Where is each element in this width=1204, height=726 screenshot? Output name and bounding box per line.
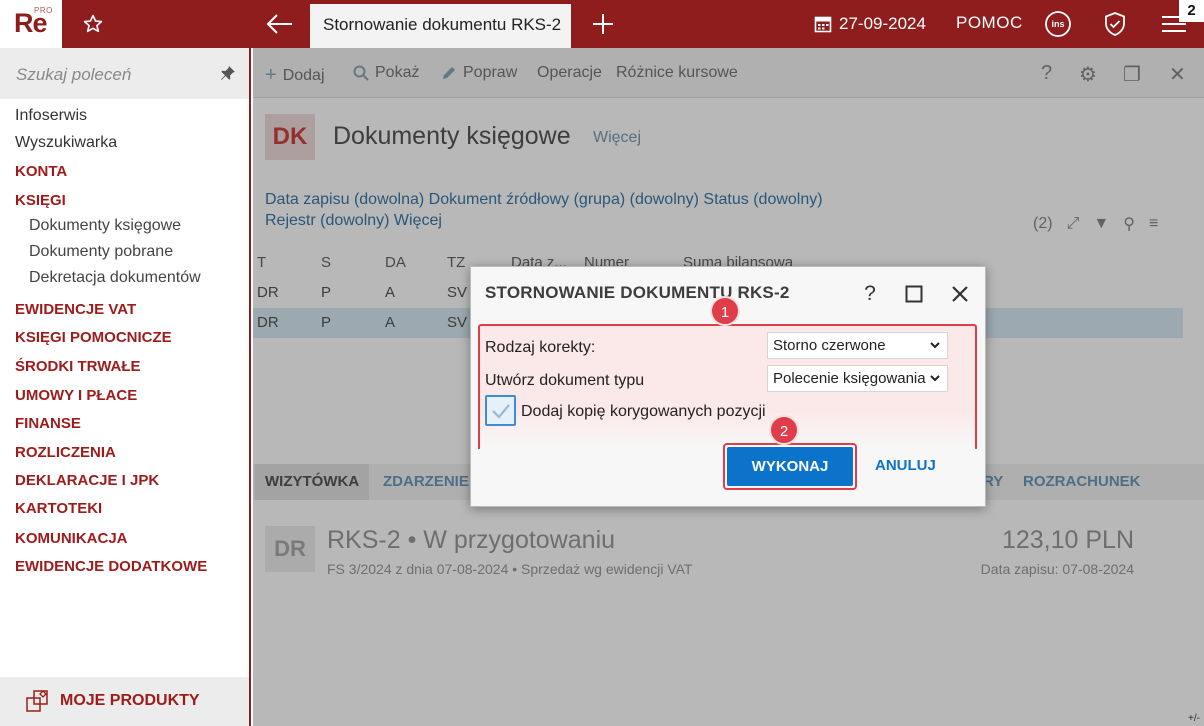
dialog-help-icon[interactable]: ?	[855, 279, 885, 309]
products-icon	[26, 690, 48, 717]
sidebar-item-kartoteki[interactable]: KARTOTEKI	[15, 500, 102, 517]
sidebar-item-deklaracje-jpk[interactable]: DEKLARACJE I JPK	[15, 472, 159, 489]
sidebar-item-konta[interactable]: KONTA	[15, 163, 67, 180]
new-tab-plus-icon[interactable]	[584, 0, 622, 48]
sidebar-item-dekretacja[interactable]: Dekretacja dokumentów	[29, 269, 201, 287]
sidebar: Szukaj poleceń Infoserwis Wyszukiwarka K…	[0, 48, 251, 726]
storno-dialog: STORNOWANIE DOKUMENTU RKS-2 ? Rodzaj kor…	[470, 266, 986, 507]
step-marker-2: 2	[769, 415, 799, 445]
sidebar-item-ksiegi-pomocnicze[interactable]: KSIĘGI POMOCNICZE	[15, 329, 172, 346]
sidebar-item-wyszukiwarka[interactable]: Wyszukiwarka	[15, 134, 117, 152]
sidebar-item-finanse[interactable]: FINANSE	[15, 415, 81, 432]
step-marker-1: 1	[710, 296, 740, 326]
sidebar-item-ksiegi[interactable]: KSIĘGI	[15, 192, 66, 209]
favorite-star-icon[interactable]	[72, 0, 114, 48]
dialog-title: STORNOWANIE DOKUMENTU RKS-2	[485, 283, 790, 302]
tab-active-document[interactable]: Stornowanie dokumentu RKS-2	[310, 4, 571, 48]
execute-label: WYKONAJ	[727, 447, 853, 486]
command-search[interactable]: Szukaj poleceń	[0, 48, 249, 99]
ins-label: ins	[1051, 19, 1065, 29]
shield-check-icon[interactable]	[1097, 0, 1133, 48]
sidebar-item-dokumenty-pobrane[interactable]: Dokumenty pobrane	[29, 243, 173, 261]
cancel-button[interactable]: ANULUJ	[875, 457, 936, 474]
my-products-label: MOJE PRODUKTY	[60, 692, 200, 709]
sidebar-item-umowy-place[interactable]: UMOWY I PŁACE	[15, 387, 137, 404]
pin-icon[interactable]	[220, 65, 236, 86]
sidebar-item-srodki-trwale[interactable]: ŚRODKI TRWAŁE	[15, 358, 141, 375]
command-search-input[interactable]: Szukaj poleceń	[16, 65, 131, 85]
execute-button[interactable]: WYKONAJ	[723, 443, 857, 490]
calendar-icon	[814, 16, 832, 33]
maximize-icon[interactable]	[899, 279, 929, 309]
correction-type-value: Storno czerwone	[773, 337, 886, 354]
copy-positions-label[interactable]: Dodaj kopię korygowanych pozycji	[521, 403, 766, 421]
sidebar-item-komunikacja[interactable]: KOMUNIKACJA	[15, 530, 128, 547]
current-date: 27-09-2024	[839, 14, 926, 33]
sidebar-item-infoserwis[interactable]: Infoserwis	[15, 107, 87, 125]
document-type-select[interactable]: Polecenie księgowania	[767, 365, 948, 392]
sidebar-item-ewidencje-vat[interactable]: EWIDENCJE VAT	[15, 301, 136, 318]
correction-type-label: Rodzaj korekty:	[485, 339, 596, 356]
sidebar-item-ewidencje-dodatkowe[interactable]: EWIDENCJE DODATKOWE	[15, 558, 207, 575]
chevron-down-icon	[930, 342, 940, 349]
copy-positions-checkbox[interactable]	[485, 395, 516, 426]
notification-badge[interactable]: 2	[1179, 0, 1204, 22]
sidebar-item-rozliczenia[interactable]: ROZLICZENIA	[15, 444, 116, 461]
correction-type-select[interactable]: Storno czerwone	[767, 332, 948, 359]
app-logo[interactable]: Re PRO	[0, 0, 62, 48]
date-display[interactable]: 27-09-2024	[814, 0, 926, 48]
logo-sup: PRO	[34, 6, 53, 15]
my-products-button[interactable]: MOJE PRODUKTY	[0, 677, 249, 726]
help-link[interactable]: POMOC	[956, 13, 1023, 33]
sidebar-item-dokumenty-ksiegowe[interactable]: Dokumenty księgowe	[29, 217, 181, 235]
back-arrow-icon[interactable]	[258, 0, 302, 48]
checkmark-icon	[491, 403, 510, 419]
chevron-down-icon	[930, 375, 940, 382]
document-type-label: Utwórz dokument typu	[485, 372, 645, 389]
dialog-close-icon[interactable]	[945, 279, 975, 309]
ins-icon[interactable]: ins	[1040, 0, 1076, 48]
top-bar: Re PRO Stornowanie dokumentu RKS-2 27-09…	[0, 0, 1204, 48]
document-type-value: Polecenie księgowania	[773, 370, 926, 387]
